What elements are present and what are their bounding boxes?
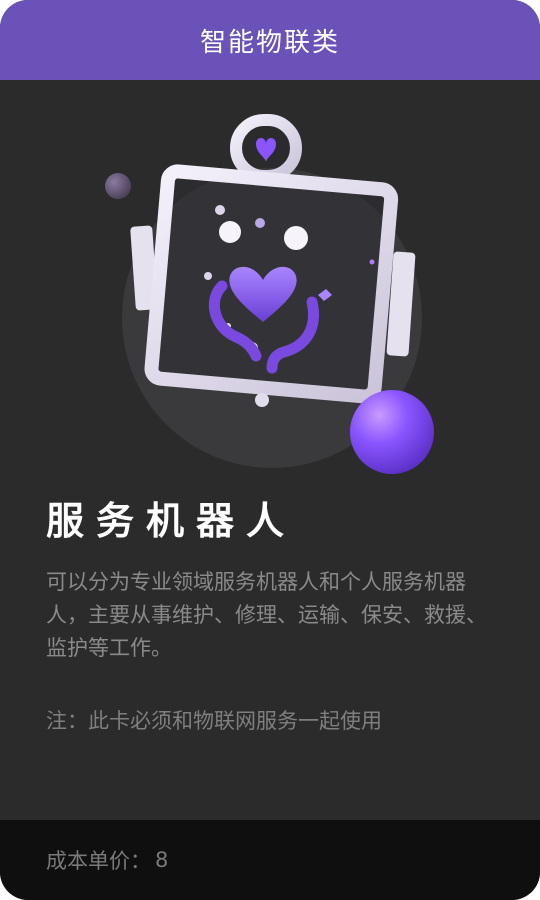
- card-title: 服务机器人: [46, 499, 297, 543]
- small-heart-icon: [256, 138, 276, 162]
- purple-orb: [350, 390, 434, 474]
- service-robot-card[interactable]: 智能物联类 服务机器人 可以分为专业领域服务机器人和个人服务机器人，主要从事维护…: [0, 0, 540, 900]
- bubble: [255, 393, 269, 407]
- bubble: [255, 218, 265, 228]
- service-robot-heart-hands-icon: [105, 114, 434, 474]
- price-info: 成本单价： 8: [46, 845, 168, 875]
- card-description: 可以分为专业领域服务机器人和个人服务机器人，主要从事维护、修理、运输、保安、救援…: [46, 570, 487, 660]
- bubble: [284, 226, 308, 250]
- bubble: [204, 272, 212, 280]
- bubble: [215, 205, 225, 215]
- sparkle-dot: [369, 259, 375, 265]
- small-orb: [105, 173, 131, 199]
- card-header: 智能物联类: [0, 0, 540, 80]
- card-illustration: [0, 80, 540, 500]
- price-label: 成本单价：: [46, 849, 151, 873]
- price-value: 8: [155, 848, 169, 872]
- card-note: 注：此卡必须和物联网服务一起使用: [46, 709, 382, 733]
- bubble: [219, 221, 241, 243]
- card-category: 智能物联类: [199, 27, 340, 58]
- card-footer: 成本单价： 8: [0, 820, 540, 900]
